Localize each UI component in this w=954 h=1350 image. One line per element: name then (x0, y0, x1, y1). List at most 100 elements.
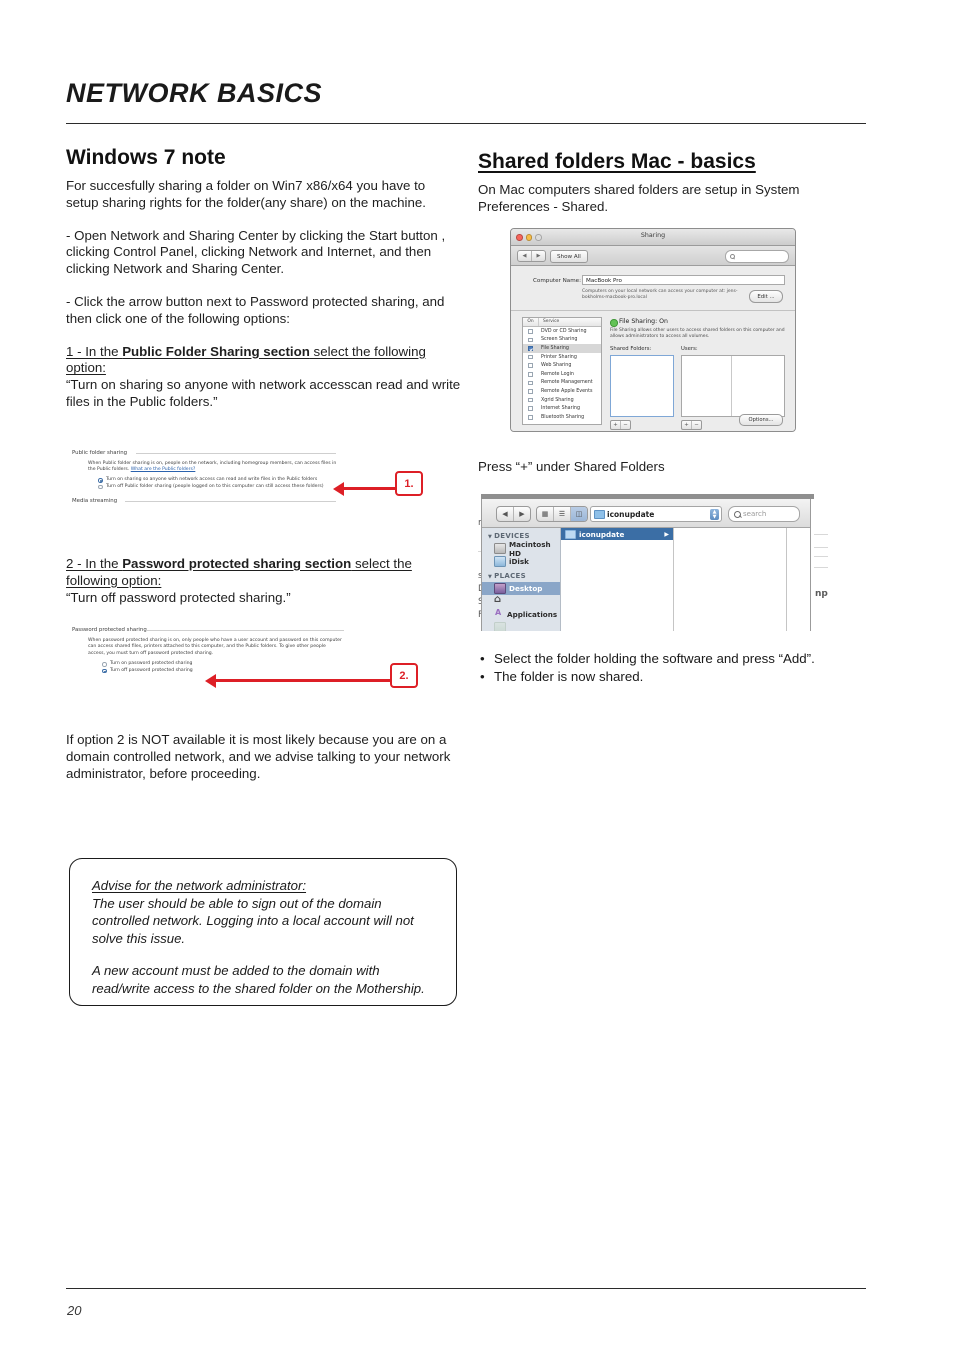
back-arrow-icon[interactable]: ◀ (518, 251, 532, 261)
checkbox-icon[interactable] (528, 371, 533, 377)
what-are-public-folders-link[interactable]: What are the Public folders? (131, 467, 196, 472)
mac-intro-paragraph: On Mac computers shared folders are setu… (478, 182, 800, 214)
checkbox-icon[interactable] (528, 397, 533, 403)
right-column: Shared folders Mac - basics On Mac compu… (478, 150, 868, 216)
mac-window-toolbar: ◀ ▶ Show All (511, 246, 795, 266)
service-checkbox[interactable] (523, 397, 538, 403)
public-sharing-option-on[interactable]: Turn on sharing so anyone with network a… (98, 477, 364, 483)
shared-folders-list[interactable] (610, 355, 674, 417)
service-row[interactable]: Remote Management (523, 379, 601, 388)
service-checkbox[interactable] (523, 380, 538, 386)
finder-column-3[interactable] (787, 528, 810, 631)
preferences-search-input[interactable] (725, 250, 789, 263)
search-icon (734, 510, 741, 518)
checkbox-icon[interactable] (528, 329, 533, 334)
column-view-icon[interactable]: ◫ (571, 507, 587, 521)
background-line-4 (814, 556, 828, 557)
users-add-remove[interactable]: + − (681, 420, 702, 430)
sidebar-item-applications[interactable]: Applications (482, 608, 560, 621)
service-checkbox[interactable] (523, 371, 538, 377)
service-row[interactable]: Internet Sharing (523, 404, 601, 413)
service-checkbox[interactable] (523, 337, 538, 343)
callout-arrow-1: 1. (333, 471, 423, 497)
radio-off-icon[interactable] (98, 484, 103, 489)
advise-box-title: Advise for the network administrator: (92, 877, 434, 895)
sidebar-header-places: ▼ PLACES (482, 568, 560, 582)
edit-button[interactable]: Edit ... (749, 290, 783, 303)
service-row[interactable]: Screen Sharing (523, 336, 601, 345)
service-row[interactable]: Printer Sharing (523, 353, 601, 362)
finder-selected-row[interactable]: iconupdate ▶ (561, 528, 673, 540)
mac-finder-screenshot: m s D S F np ◀ ▶ ▦ ☰ ◫ (478, 494, 828, 632)
path-stepper-icon[interactable]: ▲ ▼ (710, 509, 719, 520)
disclosure-triangle-places-icon[interactable]: ▼ (488, 574, 492, 580)
service-checkbox[interactable] (523, 414, 538, 420)
service-row[interactable]: DVD or CD Sharing (523, 327, 601, 336)
back-forward-buttons[interactable]: ◀ ▶ (517, 250, 546, 262)
public-sharing-option-off[interactable]: Turn off Public folder sharing (people l… (98, 484, 364, 490)
service-checkbox[interactable] (523, 354, 538, 360)
password-radio-on-icon[interactable] (102, 662, 107, 667)
service-name: Remote Login (541, 371, 574, 377)
disclosure-triangle-icon[interactable]: ▼ (488, 534, 492, 540)
service-row[interactable]: Web Sharing (523, 361, 601, 370)
checkbox-checked-icon[interactable] (528, 346, 533, 351)
add-shared-folder-button[interactable]: + (611, 421, 621, 429)
finder-forward-icon[interactable]: ▶ (514, 507, 530, 521)
service-row[interactable]: File Sharing (523, 344, 601, 353)
service-row[interactable]: Xgrid Sharing (523, 396, 601, 405)
mac-sharing-preferences-window: Sharing ◀ ▶ Show All Computer Name: MacB… (510, 228, 796, 432)
background-line-2 (814, 534, 828, 535)
remove-user-button[interactable]: − (692, 421, 701, 429)
windows-public-folder-sharing-screenshot: Public folder sharing When Public folder… (70, 448, 340, 508)
checkbox-icon[interactable] (528, 337, 533, 343)
service-checkbox[interactable] (523, 406, 538, 411)
sidebar-item-home[interactable] (482, 594, 560, 608)
sidebar-item-partial[interactable] (482, 621, 560, 631)
mac-window-title: Sharing (640, 232, 666, 239)
computer-name-area: Computer Name: MacBook Pro Computers on … (511, 266, 795, 311)
shared-folders-add-remove[interactable]: + − (610, 420, 631, 430)
service-checkbox[interactable] (523, 346, 538, 351)
checkbox-icon[interactable] (528, 380, 533, 386)
service-row[interactable]: Remote Login (523, 370, 601, 379)
options-button[interactable]: Options... (739, 414, 783, 426)
public-sharing-option-off-label: Turn off Public folder sharing (people l… (106, 483, 324, 489)
list-view-icon[interactable]: ☰ (554, 507, 571, 521)
add-user-button[interactable]: + (682, 421, 692, 429)
finder-column-2[interactable] (674, 528, 787, 631)
step-1-bold: Public Folder Sharing section (122, 343, 310, 359)
service-checkbox[interactable] (523, 389, 538, 394)
service-checkbox[interactable] (523, 329, 538, 334)
finder-back-icon[interactable]: ◀ (497, 507, 514, 521)
icon-view-icon[interactable]: ▦ (537, 507, 554, 521)
users-list[interactable] (681, 355, 785, 417)
finder-path-select[interactable]: iconupdate ▲ ▼ (590, 506, 722, 522)
checkbox-icon[interactable] (528, 414, 533, 420)
remove-shared-folder-button[interactable]: − (621, 421, 630, 429)
show-all-button[interactable]: Show All (550, 250, 588, 263)
checkbox-icon[interactable] (528, 389, 533, 394)
service-checkbox[interactable] (523, 363, 538, 368)
folder-icon (594, 509, 605, 519)
harddisk-icon (494, 543, 506, 554)
finder-column-1[interactable]: iconupdate ▶ (561, 528, 674, 631)
finder-view-switcher[interactable]: ▦ ☰ ◫ (536, 506, 588, 522)
header-divider (66, 123, 866, 124)
right-column-part2: Press “+” under Shared Folders (478, 459, 868, 476)
service-row[interactable]: Remote Apple Events (523, 387, 601, 396)
checkbox-icon[interactable] (528, 363, 533, 368)
finder-back-forward[interactable]: ◀ ▶ (496, 506, 531, 522)
finder-window: ◀ ▶ ▦ ☰ ◫ iconupdate ▲ ▼ search ▼ DEVICE… (481, 499, 811, 631)
password-radio-off-icon[interactable] (102, 668, 107, 673)
computer-name-input[interactable]: MacBook Pro (582, 275, 785, 285)
forward-arrow-icon[interactable]: ▶ (532, 251, 545, 261)
sidebar-item-macintosh-hd[interactable]: Macintosh HD (482, 540, 560, 558)
section-rule-2 (125, 501, 336, 502)
checkbox-icon[interactable] (528, 406, 533, 411)
step-1-instruction: 1 - In the Public Folder Sharing section… (66, 344, 461, 378)
checkbox-icon[interactable] (528, 354, 533, 360)
radio-on-icon[interactable] (98, 478, 103, 483)
finder-search-input[interactable]: search (728, 506, 800, 522)
service-row[interactable]: Bluetooth Sharing (523, 413, 601, 422)
